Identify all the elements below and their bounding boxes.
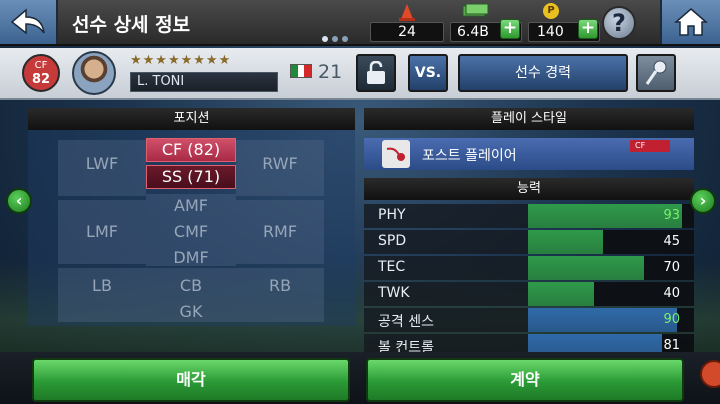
ability-row: TWK 40: [364, 282, 694, 306]
playstyle-item[interactable]: 포스트 플레이어 CF: [364, 138, 694, 170]
position-lwf[interactable]: LWF: [58, 154, 146, 173]
help-button[interactable]: ?: [602, 6, 636, 40]
home-icon: [674, 8, 708, 36]
ability-label: 공격 센스: [378, 314, 434, 330]
compare-button[interactable]: VS.: [408, 54, 448, 92]
home-button[interactable]: [660, 0, 720, 44]
ability-row: SPD 45: [364, 230, 694, 254]
position-lb[interactable]: LB: [58, 276, 146, 295]
ability-panel-title: 능력: [364, 178, 694, 200]
position-label: CF: [34, 60, 48, 71]
ability-value: 45: [663, 234, 680, 249]
ability-label: TEC: [378, 259, 406, 275]
ability-value: 81: [663, 338, 680, 353]
position-amf[interactable]: AMF: [146, 196, 236, 215]
ability-bar-fill: [528, 256, 644, 280]
ability-bar-fill: [528, 230, 603, 254]
page-dot: [332, 36, 338, 42]
ability-bar-fill: [528, 308, 677, 332]
page-dot: [342, 36, 348, 42]
ability-label: TWK: [378, 285, 410, 301]
position-rmf[interactable]: RMF: [236, 222, 324, 241]
position-ss-secondary[interactable]: SS (71): [146, 165, 236, 189]
ability-value: 90: [663, 312, 680, 327]
action-bar: 매각 계약: [0, 352, 720, 404]
ability-panel: 능력 PHY 93 SPD 45 TEC 70 TWK 40 공격 센스 90 볼 컨트롤 81: [364, 178, 694, 358]
ability-value: 93: [663, 208, 680, 223]
page-title: 선수 상세 정보: [72, 14, 191, 36]
nationality-flag-icon: [290, 64, 312, 78]
ability-value: 40: [663, 286, 680, 301]
position-panel: 포지션 LWF RWF CF (82) SS (71) AMF LMF CMF …: [28, 108, 355, 326]
ability-row: TEC 70: [364, 256, 694, 280]
points-icon: P: [543, 3, 559, 19]
cash-icon: [462, 3, 489, 17]
overall-rating: 82: [31, 72, 51, 87]
sell-button[interactable]: 매각: [32, 358, 350, 402]
settings-gear-icon[interactable]: [700, 360, 720, 388]
pin-button[interactable]: [636, 54, 676, 92]
position-badge: CF 82: [22, 54, 60, 92]
player-summary-bar: CF 82 ★★★★★★★★ L. TONI 21 VS. 선수 경력: [0, 48, 720, 100]
back-button[interactable]: [0, 0, 58, 44]
playstyle-panel: 플레이 스타일 포스트 플레이어 CF: [364, 108, 694, 172]
playstyle-icon: [382, 140, 410, 168]
pin-icon: [645, 60, 667, 85]
ability-label: SPD: [378, 233, 407, 249]
career-button[interactable]: 선수 경력: [458, 54, 628, 92]
contract-button[interactable]: 계약: [366, 358, 684, 402]
ability-value: 70: [663, 260, 680, 275]
position-cf-primary[interactable]: CF (82): [146, 138, 236, 162]
ability-row: PHY 93: [364, 204, 694, 228]
ability-bar-fill: [528, 204, 682, 228]
position-gk[interactable]: GK: [146, 302, 236, 321]
add-points-button[interactable]: +: [578, 19, 598, 39]
ability-bar-fill: [528, 282, 594, 306]
cone-icon: [399, 4, 415, 21]
ability-label: PHY: [378, 207, 406, 223]
top-bar: 선수 상세 정보 24 6.4B + P 140 + ?: [0, 0, 720, 46]
add-cash-button[interactable]: +: [500, 19, 520, 39]
playstyle-panel-title: 플레이 스타일: [364, 108, 694, 130]
page-dot: [322, 36, 328, 42]
lock-button[interactable]: [356, 54, 396, 92]
playstyle-name: 포스트 플레이어: [422, 148, 517, 164]
page-indicator: [322, 36, 348, 42]
position-panel-title: 포지션: [28, 108, 355, 130]
playstyle-tag: CF: [630, 140, 670, 152]
star-rating: ★★★★★★★★: [130, 53, 232, 68]
player-detail-screen: 선수 상세 정보 24 6.4B + P 140 + ? CF 82 ★★★★★…: [0, 0, 720, 404]
position-lmf[interactable]: LMF: [58, 222, 146, 241]
prev-player-button[interactable]: ‹: [6, 188, 32, 214]
lock-icon: [367, 61, 385, 84]
next-player-button[interactable]: ›: [690, 188, 716, 214]
position-rb[interactable]: RB: [236, 276, 324, 295]
ability-row: 공격 센스 90: [364, 308, 694, 332]
player-name: L. TONI: [130, 72, 278, 92]
cone-count: 24: [370, 22, 444, 42]
position-rwf[interactable]: RWF: [236, 154, 324, 173]
position-cb[interactable]: CB: [146, 276, 236, 295]
position-cmf[interactable]: CMF: [146, 222, 236, 241]
position-dmf[interactable]: DMF: [146, 248, 236, 267]
player-avatar: [72, 51, 116, 95]
shirt-number: 21: [318, 61, 343, 83]
back-arrow-icon: [10, 8, 45, 35]
